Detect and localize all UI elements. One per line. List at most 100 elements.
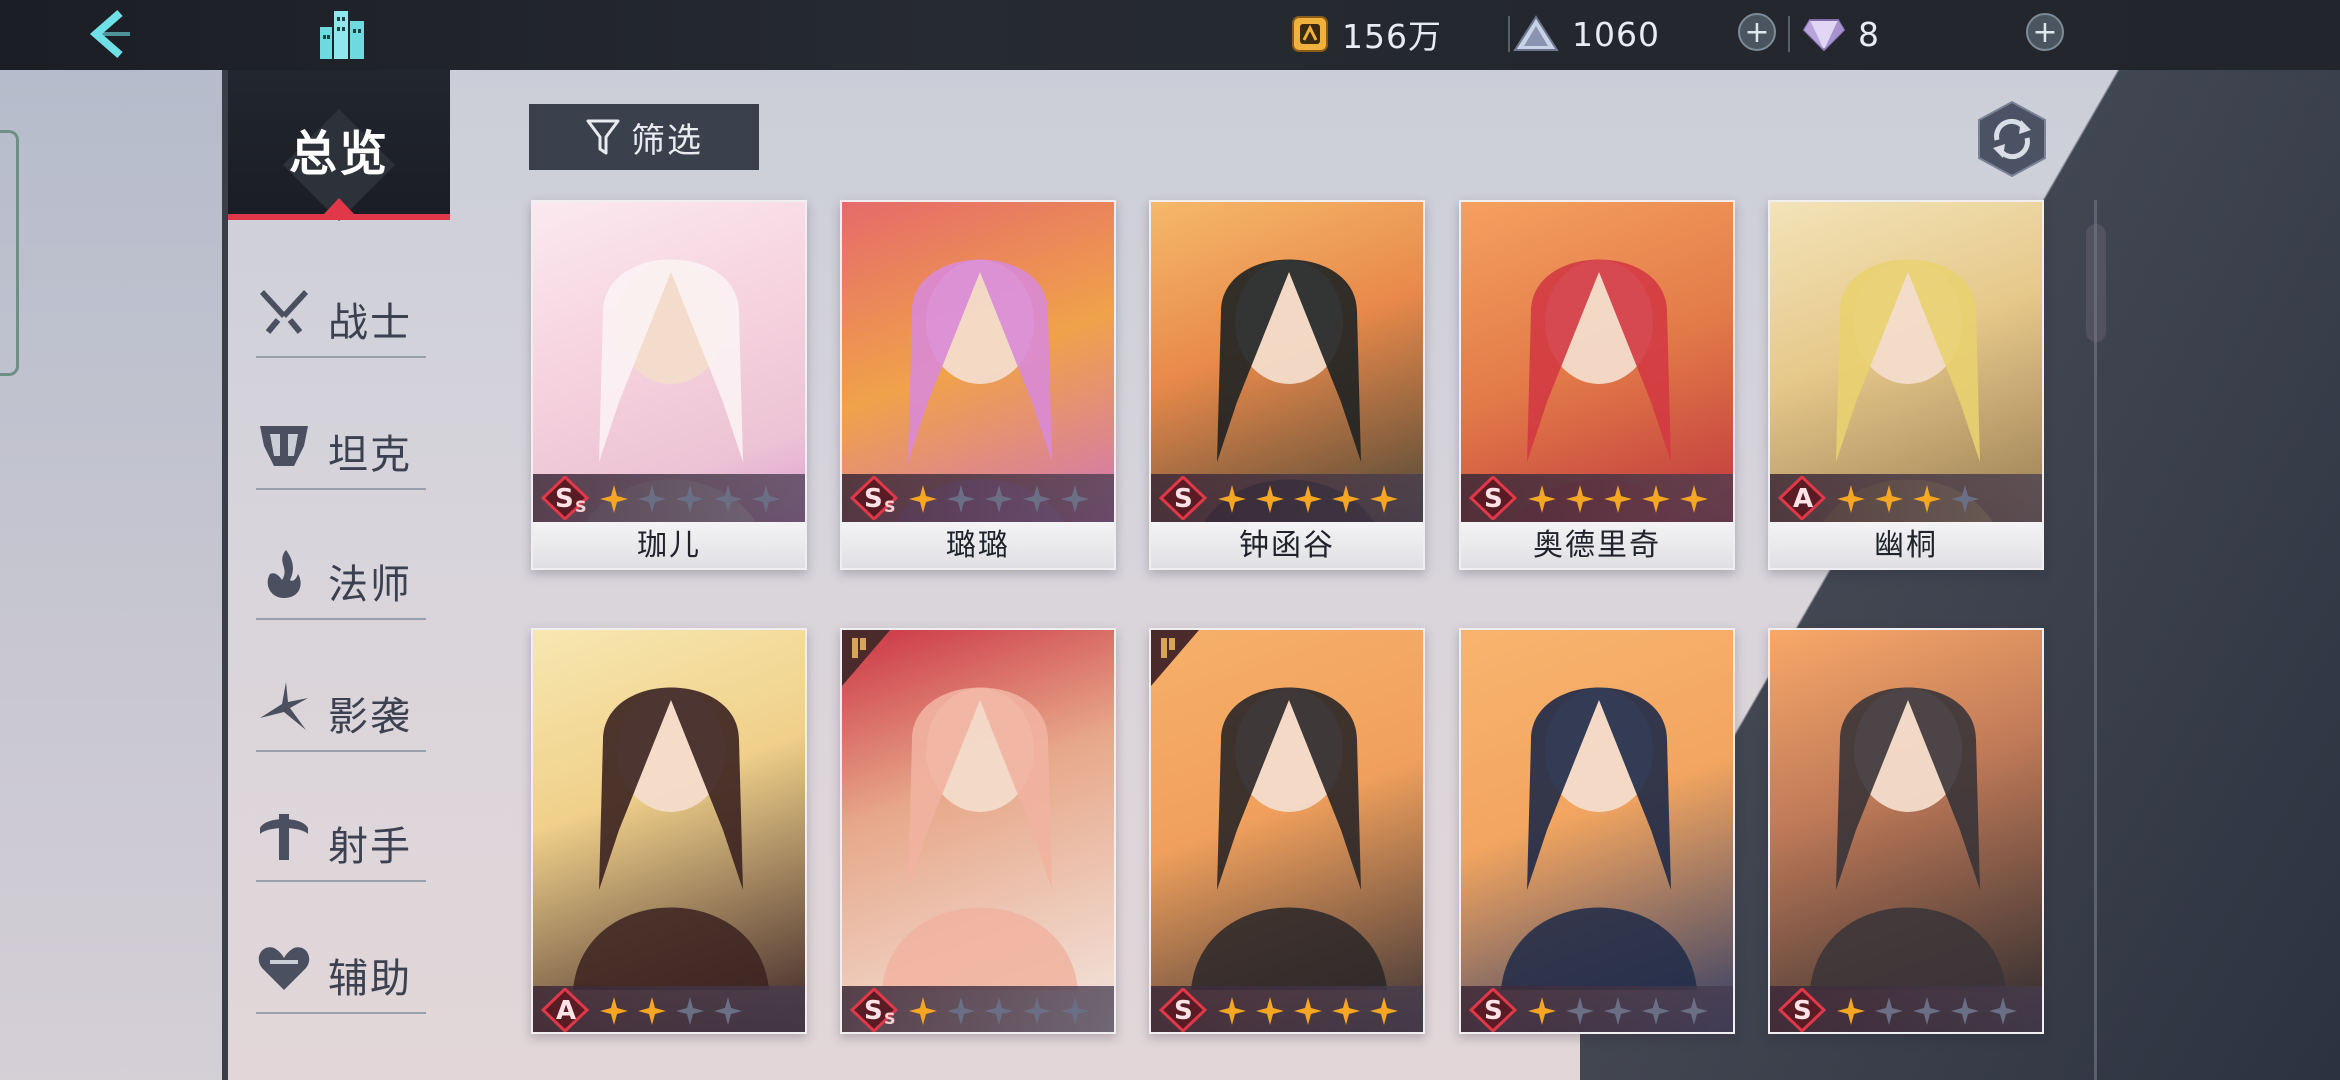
hero-card[interactable]: S: [1149, 628, 1425, 1034]
star-filled-icon: [1642, 485, 1670, 513]
svg-text:S: S: [575, 497, 587, 516]
add-gem-button[interactable]: +: [2026, 13, 2064, 51]
hero-card[interactable]: SS: [840, 628, 1116, 1034]
hero-rank-bar: S: [1770, 986, 2042, 1032]
tab-marksman[interactable]: 射手: [256, 794, 426, 882]
star-filled-icon: [1875, 485, 1903, 513]
hero-portrait: [1461, 630, 1733, 1032]
back-chevron-icon[interactable]: [80, 5, 140, 63]
svg-text:S: S: [1484, 996, 1503, 1026]
hero-card[interactable]: SS 璐璐: [840, 200, 1116, 570]
hero-stars: [1836, 484, 1980, 514]
tab-overview[interactable]: 总览: [228, 70, 450, 222]
hero-card[interactable]: SS 珈儿: [531, 200, 807, 570]
hero-rank-bar: S: [1151, 474, 1423, 522]
hero-rank-bar: A: [1770, 474, 2042, 522]
sidebar-divider: [222, 70, 228, 1080]
hero-name: 璐璐: [946, 528, 1010, 563]
tab-support[interactable]: 辅助: [256, 926, 426, 1014]
left-panel-background: [0, 70, 222, 1080]
star-filled-icon: [1294, 997, 1322, 1025]
faction-flag-icon: [1151, 630, 1199, 686]
rank-badge-icon: S: [1159, 988, 1207, 1032]
svg-text:A: A: [556, 996, 576, 1026]
star-empty-icon: [985, 997, 1013, 1025]
heart-icon: [258, 947, 310, 990]
star-empty-icon: [1951, 997, 1979, 1025]
hero-stars: [1836, 996, 2018, 1026]
hero-rank-bar: SS: [842, 474, 1114, 522]
star-empty-icon: [985, 485, 1013, 513]
hero-stars: [599, 484, 781, 514]
city-icon[interactable]: [312, 5, 372, 63]
rank-badge-icon: SS: [541, 476, 589, 520]
hero-card[interactable]: S 奥德里奇: [1459, 200, 1735, 570]
star-empty-icon: [1989, 997, 2017, 1025]
pyramid-icon: [1513, 15, 1559, 51]
hero-card[interactable]: A: [531, 628, 807, 1034]
hero-portrait: [842, 630, 1114, 1032]
tab-tank-label: 坦克: [328, 432, 412, 478]
divider: [1508, 16, 1510, 52]
tab-mage[interactable]: 法师: [256, 532, 426, 620]
hero-name-bar: 璐璐: [842, 522, 1114, 568]
hero-card[interactable]: S 钟函谷: [1149, 200, 1425, 570]
swords-icon: [260, 290, 308, 334]
tab-tank[interactable]: 坦克: [256, 402, 426, 490]
tab-warrior[interactable]: 战士: [256, 270, 426, 358]
hero-stars: [599, 996, 743, 1026]
rank-badge-icon: SS: [850, 988, 898, 1032]
rank-badge-icon: A: [1778, 476, 1826, 520]
star-filled-icon: [1332, 997, 1360, 1025]
star-empty-icon: [947, 485, 975, 513]
star-filled-icon: [1604, 485, 1632, 513]
svg-text:S: S: [1174, 484, 1193, 514]
scroll-thumb[interactable]: [2086, 224, 2106, 342]
tab-assassin-label: 影袭: [328, 694, 412, 740]
svg-text:S: S: [1174, 996, 1193, 1026]
left-edge-tab[interactable]: [0, 130, 19, 376]
hero-portrait: [1770, 630, 2042, 1032]
star-filled-icon: [1528, 997, 1556, 1025]
hero-name: 幽桐: [1874, 528, 1938, 563]
hero-card[interactable]: S: [1768, 628, 2044, 1034]
gold-value: 156万: [1342, 17, 1442, 56]
helmet-icon: [260, 426, 308, 466]
hero-name-bar: 珈儿: [533, 522, 805, 568]
filter-button[interactable]: 筛选: [529, 104, 759, 170]
star-filled-icon: [600, 485, 628, 513]
tab-marksman-label: 射手: [328, 824, 412, 870]
active-indicator-arrow: [324, 198, 354, 214]
refresh-icon[interactable]: [1977, 100, 2047, 178]
star-filled-icon: [1837, 485, 1865, 513]
star-filled-icon: [600, 997, 628, 1025]
hero-name: 奥德里奇: [1533, 528, 1661, 563]
star-empty-icon: [1061, 997, 1089, 1025]
tab-assassin[interactable]: 影袭: [256, 664, 426, 752]
hero-card[interactable]: A 幽桐: [1768, 200, 2044, 570]
rank-badge-icon: S: [1469, 988, 1517, 1032]
pyramid-counter: 1060: [1512, 10, 1660, 58]
star-filled-icon: [1218, 485, 1246, 513]
svg-text:A: A: [1793, 484, 1813, 514]
add-pyramid-button[interactable]: +: [1738, 13, 1776, 51]
star-empty-icon: [676, 485, 704, 513]
gold-coin-icon: [1292, 16, 1328, 52]
hero-name-bar: 奥德里奇: [1461, 522, 1733, 568]
hero-portrait: [1151, 630, 1423, 1032]
tab-overview-label: 总览: [288, 126, 389, 182]
star-filled-icon: [1528, 485, 1556, 513]
hero-rank-bar: S: [1151, 986, 1423, 1032]
hero-card[interactable]: S: [1459, 628, 1735, 1034]
hero-name: 钟函谷: [1239, 528, 1335, 563]
diamond-icon: [1802, 19, 1846, 52]
star-filled-icon: [1256, 485, 1284, 513]
star-empty-icon: [1061, 485, 1089, 513]
tab-mage-label: 法师: [328, 562, 412, 608]
star-empty-icon: [676, 997, 704, 1025]
star-filled-icon: [1256, 997, 1284, 1025]
filter-icon: [586, 119, 620, 155]
shadow-blade-icon: [260, 682, 308, 730]
star-empty-icon: [1023, 485, 1051, 513]
star-filled-icon: [1370, 485, 1398, 513]
